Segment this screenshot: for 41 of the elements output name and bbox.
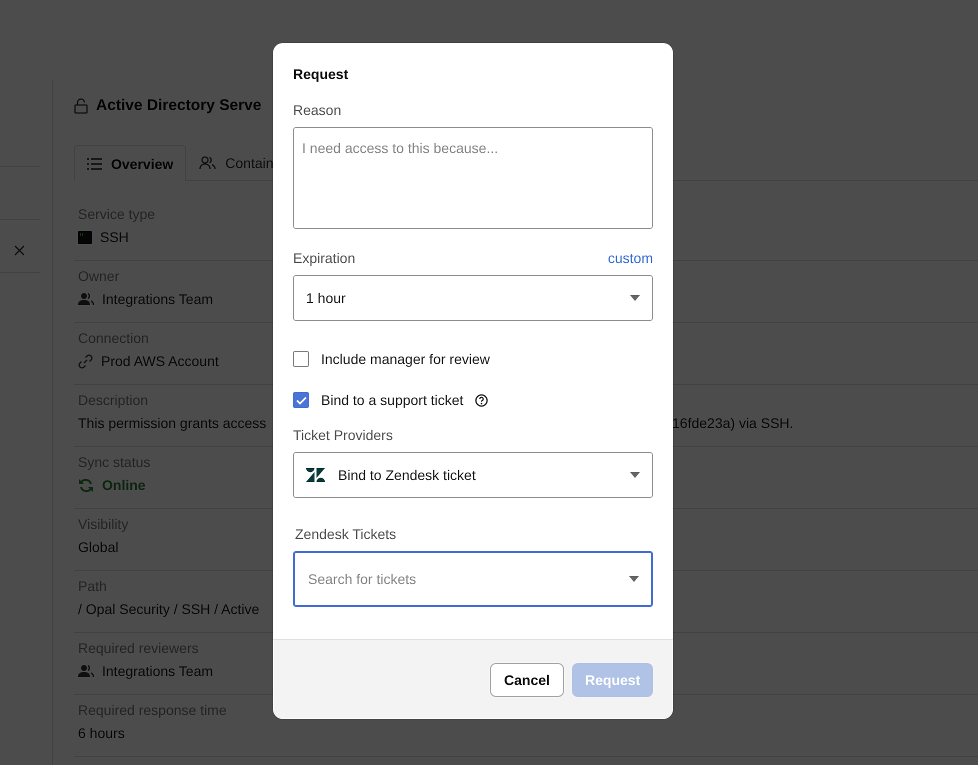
cancel-button[interactable]: Cancel — [490, 662, 564, 696]
checkbox[interactable] — [293, 351, 309, 367]
link-icon — [78, 354, 93, 368]
checkbox[interactable] — [293, 392, 309, 408]
help-icon[interactable] — [475, 394, 488, 406]
field-value: Prod AWS Account — [101, 353, 219, 369]
ticket-provider-dropdown[interactable]: Bind to Zendesk ticket — [293, 452, 653, 498]
field-value: 16fde23a) via SSH. — [672, 415, 794, 431]
caret-icon — [630, 472, 640, 478]
caret-icon — [629, 576, 639, 582]
field-value: This permission grants access — [78, 415, 266, 431]
people-icon — [78, 292, 94, 306]
check-icon — [296, 396, 306, 404]
checkbox-label: Include manager for review — [321, 351, 490, 367]
reason-field[interactable]: I need access to this because... — [293, 127, 653, 229]
field-value: Integrations Team — [102, 291, 214, 307]
field-label: Expiration — [293, 250, 356, 266]
close-icon[interactable] — [14, 245, 25, 256]
field-label: Ticket Providers — [293, 427, 394, 443]
zendesk-logo-icon — [306, 468, 325, 482]
sync-icon — [78, 478, 94, 492]
field-label: Reason — [293, 102, 342, 118]
people-icon — [199, 156, 216, 170]
expiration-dropdown[interactable]: 1 hour — [293, 275, 653, 321]
field-value: Integrations Team — [102, 663, 214, 679]
field-value: / Opal Security / SSH / Active — [78, 601, 260, 617]
field-value: 6 hours — [78, 725, 125, 741]
field-value: SSH — [100, 229, 129, 245]
field-value: Online — [102, 477, 146, 493]
checkbox-label: Bind to a support ticket — [321, 392, 464, 408]
field-label: Zendesk Tickets — [294, 526, 398, 542]
list-icon — [87, 158, 102, 170]
custom-link[interactable]: custom — [608, 250, 653, 266]
dialog-title: Request — [293, 66, 350, 82]
caret-icon — [630, 295, 640, 301]
page-title: Active Directory Serve — [96, 97, 262, 115]
people-icon — [78, 664, 94, 678]
field-value: Global — [78, 539, 118, 555]
unlocked-padlock-icon — [74, 98, 88, 114]
terminal-icon — [78, 230, 92, 244]
ticket-search-field[interactable]: Search for tickets — [293, 551, 653, 607]
